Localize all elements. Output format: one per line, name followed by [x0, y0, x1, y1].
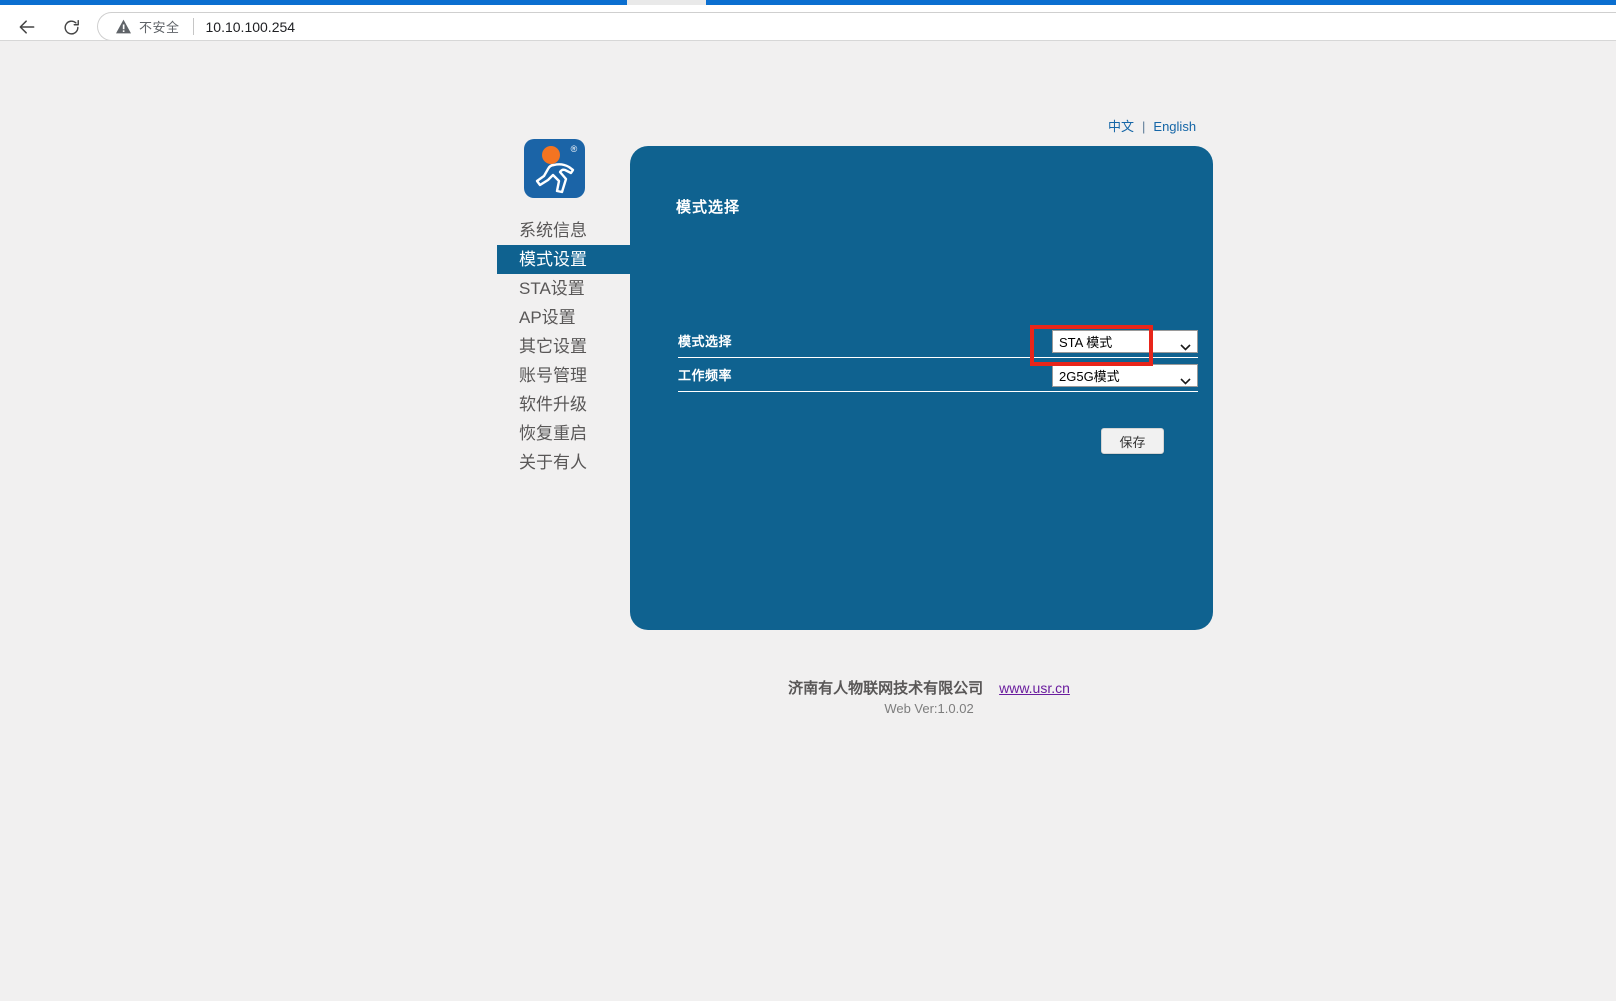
company-name: 济南有人物联网技术有限公司: [788, 680, 983, 697]
frequency-select-label: 工作频率: [678, 365, 732, 384]
mode-select-label: 模式选择: [678, 331, 732, 350]
usr-logo: ®: [524, 139, 585, 198]
sidebar-item-system-info[interactable]: 系统信息: [497, 216, 630, 245]
security-warning-label[interactable]: 不安全: [139, 17, 180, 36]
refresh-icon: [62, 18, 81, 37]
refresh-button[interactable]: [58, 14, 84, 40]
svg-text:®: ®: [571, 144, 578, 154]
page-background: 中文 | English ® 系统信息 模式设置 STA设置 AP设置 其它设置 账…: [0, 41, 1616, 1001]
sidebar-item-restore-restart[interactable]: 恢复重启: [497, 419, 630, 448]
url-text[interactable]: 10.10.100.254: [206, 19, 296, 35]
frequency-select-dropdown[interactable]: 2G5G模式: [1052, 364, 1198, 387]
back-button[interactable]: [14, 14, 40, 40]
sidebar-item-firmware-upgrade[interactable]: 软件升级: [497, 390, 630, 419]
browser-toolbar: 不安全 10.10.100.254: [0, 5, 1616, 40]
sidebar-item-about-usr[interactable]: 关于有人: [497, 448, 630, 477]
company-website-link[interactable]: www.usr.cn: [999, 680, 1070, 696]
page-footer: 济南有人物联网技术有限公司 www.usr.cn Web Ver:1.0.02: [630, 677, 1228, 716]
mode-select-dropdown[interactable]: STA 模式: [1052, 330, 1198, 353]
sidebar-item-other-settings[interactable]: 其它设置: [497, 332, 630, 361]
lang-separator: |: [1142, 119, 1145, 134]
address-bar-divider: [193, 18, 194, 35]
mode-select-row: 模式选择 STA 模式: [678, 327, 1198, 358]
lang-english-link[interactable]: English: [1153, 119, 1196, 134]
frequency-select-row: 工作频率 2G5G模式: [678, 361, 1198, 392]
lang-chinese-link[interactable]: 中文: [1108, 119, 1134, 134]
panel-title: 模式选择: [676, 196, 740, 217]
sidebar-item-ap-settings[interactable]: AP设置: [497, 303, 630, 332]
mode-settings-panel: 模式选择 模式选择 STA 模式 工作频率 2G5G模式: [630, 146, 1213, 630]
sidebar-menu: 系统信息 模式设置 STA设置 AP设置 其它设置 账号管理 软件升级 恢复重启…: [497, 216, 630, 477]
chevron-down-icon: [1180, 338, 1191, 345]
language-switcher: 中文 | English: [1108, 116, 1196, 135]
web-version-label: Web Ver:1.0.02: [630, 701, 1228, 716]
save-button[interactable]: 保存: [1101, 428, 1164, 454]
sidebar-item-sta-settings[interactable]: STA设置: [497, 274, 630, 303]
address-bar[interactable]: 不安全 10.10.100.254: [97, 12, 1616, 41]
warning-triangle-icon: [115, 19, 132, 34]
mode-select-value: STA 模式: [1053, 332, 1180, 351]
back-arrow-icon: [17, 17, 37, 37]
frequency-select-value: 2G5G模式: [1053, 366, 1180, 385]
chevron-down-icon: [1180, 372, 1191, 379]
sidebar-item-account-management[interactable]: 账号管理: [497, 361, 630, 390]
sidebar-item-mode-settings[interactable]: 模式设置: [497, 245, 630, 274]
